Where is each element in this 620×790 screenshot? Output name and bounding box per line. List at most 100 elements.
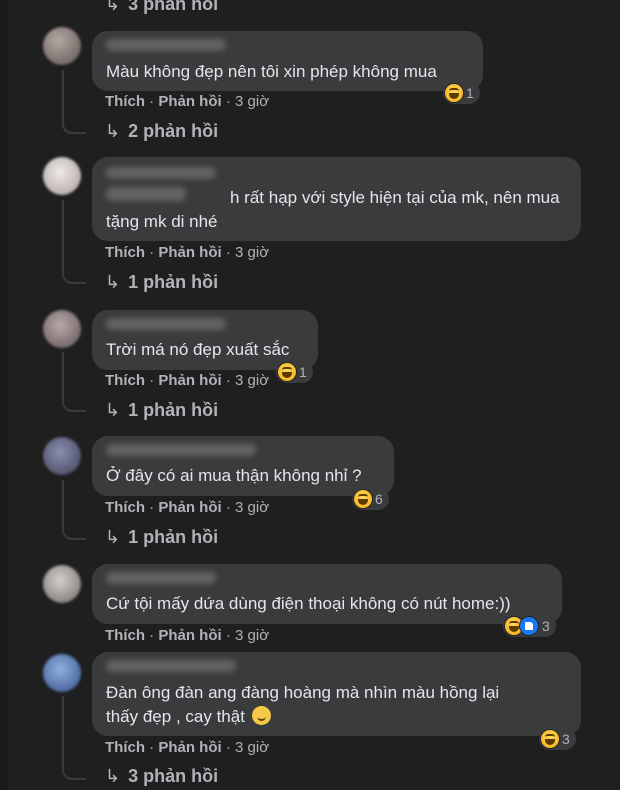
haha-reaction-icon [278,363,296,381]
view-replies-link[interactable]: ↳ 1 phản hồi [105,272,218,293]
thread-line [62,480,64,526]
view-replies-link[interactable]: ↳ 1 phản hồi [105,527,218,548]
reaction-count: 6 [375,491,383,507]
comment-bubble[interactable]: Ở đây có ai mua thận không nhỉ ? [92,436,394,496]
reply-arrow-icon: ↳ [105,527,121,547]
reply-link[interactable]: Phản hồi [158,739,221,756]
thread-elbow [62,118,86,134]
timestamp[interactable]: 3 giờ [235,739,269,756]
comment-bubble[interactable]: h rất hạp với style hiện tại của mk, nên… [92,157,581,241]
left-edge [0,0,8,790]
separator: · [149,499,155,516]
like-link[interactable]: Thích [105,93,145,110]
thread-line [62,352,64,398]
thread-elbow [62,764,86,780]
thread-elbow [62,396,86,412]
avatar[interactable] [43,437,81,475]
reaction-count: 3 [562,731,570,747]
replies-count: 2 phản hồi [128,121,219,141]
comment-bubble[interactable]: Đàn ông đàn ang đàng hoàng mà nhìn màu h… [92,652,581,736]
timestamp[interactable]: 3 giờ [235,627,269,644]
reaction-badge[interactable]: 3 [503,615,556,637]
timestamp[interactable]: 3 giờ [235,499,269,516]
timestamp[interactable]: 3 giờ [235,93,269,110]
like-reaction-icon [520,617,538,635]
haha-reaction-icon [541,730,559,748]
reaction-count: 3 [542,618,550,634]
thread-line [62,200,64,270]
reply-arrow-icon: ↳ [105,121,121,141]
view-replies-link[interactable]: ↳ 1 phản hồi [105,400,218,421]
reaction-badge[interactable]: 1 [276,361,313,383]
view-replies-link[interactable]: ↳ 3 phản hồi [105,766,218,787]
like-link[interactable]: Thích [105,372,145,389]
comment-actions: Thích · Phản hồi · 3 giờ [105,499,269,516]
reply-link[interactable]: Phản hồi [158,244,221,261]
comment-actions: Thích · Phản hồi · 3 giờ [105,372,269,389]
separator: · [225,372,231,389]
comment-text: Màu không đẹp nên tôi xin phép không mua [106,62,437,81]
avatar[interactable] [43,27,81,65]
comment-text: h rất hạp với style hiện tại của mk, nên… [230,188,560,207]
comment-actions: Thích · Phản hồi · 3 giờ [105,739,269,756]
comment-actions: Thích · Phản hồi · 3 giờ [105,627,269,644]
replies-count: 1 phản hồi [128,272,219,292]
reaction-badge[interactable]: 1 [443,82,480,104]
separator: · [225,499,231,516]
author-name-blurred[interactable] [106,444,256,456]
view-replies-link[interactable]: ↳ 2 phản hồi [105,121,218,142]
separator: · [149,93,155,110]
replies-count-top: 3 phản hồi [128,0,219,14]
like-link[interactable]: Thích [105,499,145,516]
comment-text: Đàn ông đàn ang đàng hoàng mà nhìn màu h… [106,683,500,702]
author-name-blurred[interactable] [106,318,226,330]
author-name-blurred[interactable] [106,167,216,179]
author-name-blurred[interactable] [106,39,226,51]
like-link[interactable]: Thích [105,627,145,644]
comment-text-line2: tặng mk di nhé [106,212,218,231]
timestamp[interactable]: 3 giờ [235,372,269,389]
reply-link[interactable]: Phản hồi [158,372,221,389]
comment-actions: Thích · Phản hồi · 3 giờ [105,244,269,261]
avatar[interactable] [43,565,81,603]
comment-text: Trời má nó đẹp xuất sắc [106,340,290,359]
replies-count: 3 phản hồi [128,766,219,786]
author-name-blurred[interactable] [106,572,216,584]
view-replies-link-top[interactable]: ↳ 3 phản hồi [105,0,218,15]
reaction-count: 1 [299,364,307,380]
separator: · [149,627,155,644]
separator: · [149,372,155,389]
avatar[interactable] [43,654,81,692]
author-name-blurred[interactable] [106,660,236,672]
reply-arrow-icon: ↳ [105,272,121,292]
reaction-badge[interactable]: 6 [352,488,389,510]
timestamp[interactable]: 3 giờ [235,244,269,261]
separator: · [149,244,155,261]
comment-bubble[interactable]: Cứ tội mấy dứa dùng điện thoại không có … [92,564,562,624]
thread-line [62,70,64,120]
reply-link[interactable]: Phản hồi [158,499,221,516]
comment-text-line2-text: thấy đẹp , cay thật [106,707,245,726]
haha-reaction-icon [445,84,463,102]
avatar[interactable] [43,310,81,348]
like-link[interactable]: Thích [105,739,145,756]
thread-elbow [62,268,86,284]
comment-bubble[interactable]: Màu không đẹp nên tôi xin phép không mua [92,31,483,91]
smile-emoji-icon [251,706,271,725]
thread-elbow [62,524,86,540]
reply-arrow-icon: ↳ [105,766,121,786]
avatar[interactable] [43,157,81,195]
comment-text: Cứ tội mấy dứa dùng điện thoại không có … [106,594,511,613]
separator: · [225,244,231,261]
replies-count: 1 phản hồi [128,400,219,420]
like-link[interactable]: Thích [105,244,145,261]
reply-link[interactable]: Phản hồi [158,93,221,110]
thread-line [62,696,64,766]
comment-text-line2: thấy đẹp , cay thật [106,705,271,729]
separator: · [225,627,231,644]
reply-link[interactable]: Phản hồi [158,627,221,644]
reply-arrow-icon: ↳ [105,400,121,420]
text-blurred [106,187,186,201]
separator: · [225,739,231,756]
reaction-badge[interactable]: 3 [539,728,576,750]
